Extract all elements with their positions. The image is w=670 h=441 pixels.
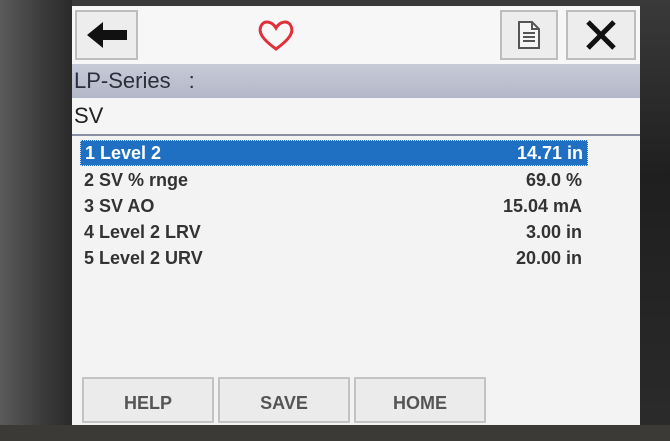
menu-item-value: 14.71 in: [516, 143, 583, 163]
document-icon: [518, 21, 540, 49]
menu-item-value: 15.04 mA: [502, 196, 582, 216]
save-button[interactable]: SAVE: [218, 377, 350, 423]
menu-item-value: 3.00 in: [525, 222, 582, 242]
display-screen: LP-Series: SV 1 Level 2 14.71 in 2 SV % …: [72, 6, 640, 425]
menu-item-sv-percent-range[interactable]: 2 SV % rnge 69.0 %: [80, 168, 586, 192]
page-subtitle: SV: [72, 98, 640, 136]
menu-item-label: 5 Level 2 URV: [84, 248, 203, 268]
menu-item-label: 4 Level 2 LRV: [84, 222, 201, 242]
menu-list: 1 Level 2 14.71 in 2 SV % rnge 69.0 % 3 …: [72, 140, 640, 270]
close-icon: [586, 20, 616, 50]
menu-item-label: 3 SV AO: [84, 196, 155, 216]
softkey-bar: HELP SAVE HOME: [72, 377, 640, 425]
page-title-bar: LP-Series:: [72, 64, 640, 98]
menu-item-label: 2 SV % rnge: [84, 170, 189, 190]
bezel-left-edge: [0, 0, 72, 441]
back-button[interactable]: [75, 10, 138, 60]
document-button[interactable]: [500, 10, 558, 60]
menu-item-level-2-urv[interactable]: 5 Level 2 URV 20.00 in: [80, 246, 586, 270]
menu-item-sv-ao[interactable]: 3 SV AO 15.04 mA: [80, 194, 586, 218]
page-title: LP-Series: [74, 68, 171, 93]
top-toolbar: [72, 6, 640, 64]
menu-item-level-2[interactable]: 1 Level 2 14.71 in: [80, 140, 588, 166]
back-arrow-icon: [86, 22, 127, 48]
menu-item-value: 69.0 %: [525, 170, 582, 190]
menu-item-level-2-lrv[interactable]: 4 Level 2 LRV 3.00 in: [80, 220, 586, 244]
title-separator: :: [188, 68, 195, 93]
heart-icon[interactable]: [256, 18, 296, 52]
close-button[interactable]: [566, 10, 636, 60]
home-button[interactable]: HOME: [354, 377, 486, 423]
help-button[interactable]: HELP: [82, 377, 214, 423]
bezel-bottom-edge: [0, 425, 670, 441]
menu-item-label: 1 Level 2: [85, 143, 162, 163]
menu-item-value: 20.00 in: [515, 248, 582, 268]
